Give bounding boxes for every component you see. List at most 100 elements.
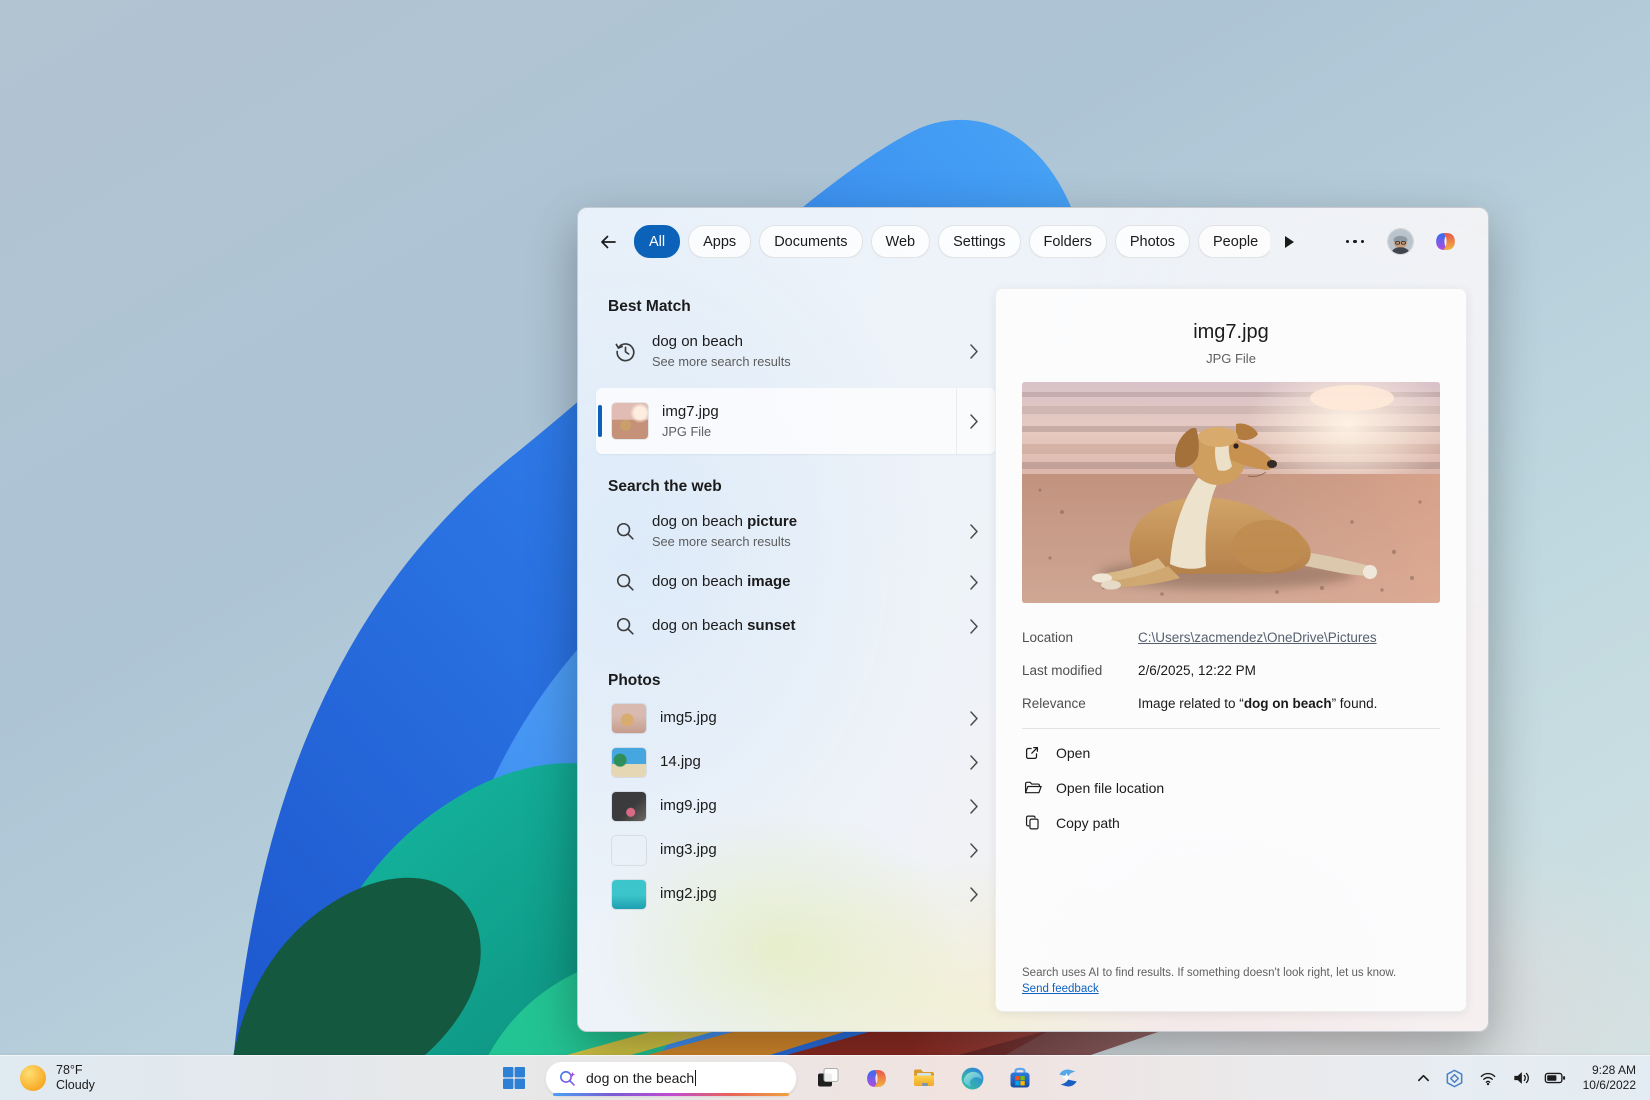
user-avatar[interactable] (1388, 229, 1413, 254)
action-label: Open file location (1056, 779, 1165, 796)
avatar-image (1388, 229, 1413, 254)
start-button[interactable] (497, 1061, 531, 1095)
clock-time: 9:28 AM (1591, 1063, 1636, 1077)
detail-label: Relevance (1022, 696, 1086, 711)
microsoft-store-button[interactable] (1003, 1061, 1037, 1095)
expand-suggestion-button[interactable] (957, 560, 991, 604)
tab-photos[interactable]: Photos (1114, 225, 1191, 258)
preview-pane: img7.jpg JPG File Location C:\Users\zacm… (995, 288, 1467, 1012)
action-label: Open (1056, 744, 1091, 761)
text-caret (695, 1070, 697, 1086)
tab-folders[interactable]: Folders (1028, 225, 1107, 258)
photo-result-img9[interactable]: img9.jpg (596, 784, 995, 828)
task-view-icon (818, 1068, 839, 1087)
copy-icon (1025, 815, 1039, 830)
ai-disclaimer: Search uses AI to find results. If somet… (1022, 966, 1440, 997)
expand-photo-button[interactable] (957, 784, 991, 828)
file-explorer-button[interactable] (907, 1061, 941, 1095)
web-suggestion-image[interactable]: dog on beach image (596, 560, 995, 604)
edge-icon (961, 1067, 983, 1089)
m365-copilot-button[interactable] (1051, 1061, 1085, 1095)
chevron-right-icon (970, 886, 978, 902)
expand-result-button[interactable] (956, 388, 991, 454)
chevron-right-icon (970, 523, 978, 539)
task-view-button[interactable] (811, 1061, 845, 1095)
wifi-icon[interactable] (1478, 1068, 1498, 1088)
action-open-file-location[interactable]: Open file location (1022, 770, 1440, 805)
search-query-text: dog on the beach (586, 1070, 695, 1086)
photo-result-14[interactable]: 14.jpg (596, 740, 995, 784)
photo-title: 14.jpg (660, 753, 701, 770)
chevron-right-icon (970, 798, 978, 814)
results-list: Best Match dog on beach See more search (596, 266, 995, 1031)
search-icon (616, 617, 634, 635)
tab-web[interactable]: Web (870, 225, 931, 258)
photos-header: Photos (608, 672, 661, 689)
divider (1022, 728, 1440, 729)
chevron-right-icon (970, 842, 978, 858)
search-icon (616, 573, 634, 591)
back-button[interactable] (592, 226, 624, 258)
action-copy-path[interactable]: Copy path (1022, 805, 1440, 840)
14-thumbnail (612, 747, 646, 777)
chevron-right-icon (970, 413, 978, 429)
location-link[interactable]: C:\Users\zacmendez\OneDrive\Pictures (1138, 629, 1377, 647)
suggestion-subtitle: See more search results (652, 534, 791, 549)
photo-result-img2[interactable]: img2.jpg (596, 872, 995, 916)
weather-temperature: 78°F (56, 1063, 83, 1077)
dev-hexagon-tray-icon[interactable] (1444, 1068, 1465, 1089)
expand-suggestion-button[interactable] (957, 502, 991, 560)
expand-photo-button[interactable] (957, 872, 991, 916)
dog-photo-render (1022, 382, 1440, 603)
tab-people[interactable]: People (1198, 225, 1270, 258)
expand-photo-button[interactable] (957, 828, 991, 872)
tab-documents[interactable]: Documents (759, 225, 863, 258)
web-suggestion-picture[interactable]: dog on beach picture See more search res… (596, 502, 995, 560)
web-suggestion-sunset[interactable]: dog on beach sunset (596, 604, 995, 648)
suggestion-prefix: dog on beach (652, 617, 748, 634)
preview-filetype: JPG File (1206, 351, 1256, 366)
photo-result-img5[interactable]: img5.jpg (596, 696, 995, 740)
more-options-button[interactable] (1342, 236, 1369, 248)
tray-chevron-up-icon[interactable] (1416, 1071, 1431, 1086)
copilot-icon[interactable] (1433, 229, 1458, 254)
preview-image-dog-on-beach[interactable] (1022, 382, 1440, 603)
tab-all[interactable]: All (634, 225, 681, 258)
result-img7-selected[interactable]: img7.jpg JPG File (596, 388, 995, 454)
action-open[interactable]: Open (1022, 735, 1440, 770)
search-filter-tab-bar: All Apps Documents Web Settings Folders … (578, 208, 1488, 264)
send-feedback-link[interactable]: Send feedback (1022, 982, 1099, 997)
expand-result-button[interactable] (957, 322, 991, 380)
expand-photo-button[interactable] (957, 696, 991, 740)
photo-title: img5.jpg (660, 709, 717, 726)
photo-result-img3[interactable]: img3.jpg (596, 828, 995, 872)
tab-apps[interactable]: Apps (688, 225, 752, 258)
clock-date: 10/6/2022 (1582, 1078, 1636, 1092)
history-icon (615, 342, 635, 361)
weather-condition: Cloudy (56, 1078, 95, 1092)
img3-thumbnail (612, 836, 646, 865)
tab-settings[interactable]: Settings (938, 225, 1021, 258)
battery-icon[interactable] (1544, 1068, 1566, 1088)
edge-browser-button[interactable] (955, 1061, 989, 1095)
expand-photo-button[interactable] (957, 740, 991, 784)
arrow-left-icon (601, 235, 616, 248)
system-tray: 9:28 AM 10/6/2022 (1412, 1056, 1640, 1100)
chevron-right-icon (970, 754, 978, 770)
expand-suggestion-button[interactable] (957, 604, 991, 648)
volume-icon[interactable] (1511, 1068, 1531, 1088)
img7-thumbnail (612, 403, 648, 439)
suggestion-completion: sunset (747, 617, 796, 634)
taskbar-center: dog on the beach (497, 1056, 1085, 1100)
action-label: Copy path (1056, 814, 1120, 831)
clock[interactable]: 9:28 AM 10/6/2022 (1583, 1063, 1636, 1093)
copilot-taskbar-button[interactable] (859, 1061, 893, 1095)
tab-strip: All Apps Documents Web Settings Folders … (634, 225, 1270, 258)
taskbar-search-input[interactable]: dog on the beach (545, 1060, 797, 1096)
file-details: Location C:\Users\zacmendez\OneDrive\Pic… (1022, 629, 1440, 713)
detail-row-last-modified: Last modified 2/6/2025, 12:22 PM (1022, 662, 1440, 680)
weather-widget[interactable]: 78°F Cloudy (14, 1056, 101, 1100)
result-dog-on-beach[interactable]: dog on beach See more search results (596, 322, 995, 380)
tab-scroll-right-button[interactable] (1280, 233, 1298, 251)
img9-thumbnail (612, 791, 646, 821)
